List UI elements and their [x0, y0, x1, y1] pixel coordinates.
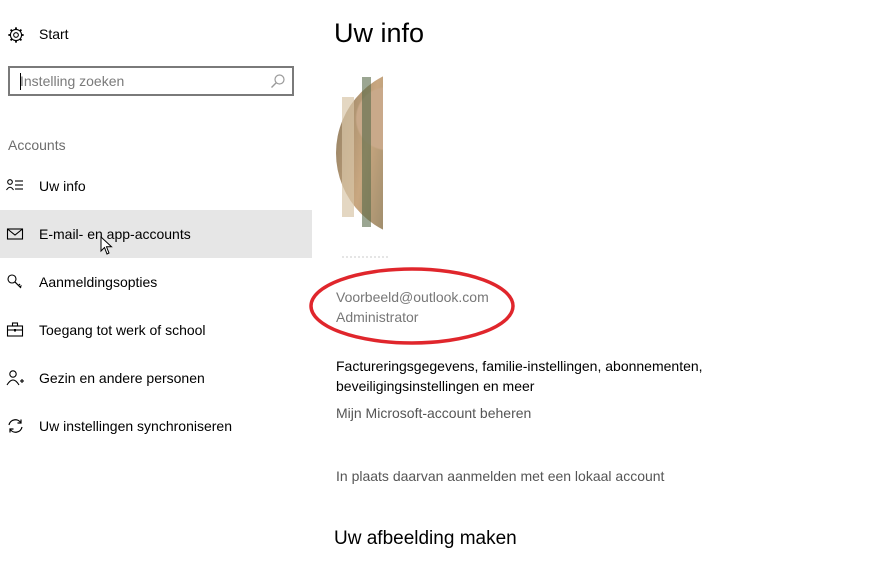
sync-icon [8, 419, 23, 433]
annotation-ellipse [309, 267, 515, 345]
mouse-pointer-icon [100, 236, 113, 255]
local-account-signin-link[interactable]: In plaats daarvan aanmelden met een loka… [336, 468, 664, 484]
sidebar-item-label: Uw instellingen synchroniseren [39, 418, 232, 434]
sidebar-item-aanmeldingsopties[interactable]: Aanmeldingsopties [0, 258, 312, 306]
sidebar-item-label: E-mail- en app-accounts [39, 226, 191, 242]
sidebar-item-uw-info[interactable]: Uw info [0, 162, 312, 210]
sidebar-item-sync[interactable]: Uw instellingen synchroniseren [0, 402, 312, 450]
account-role: Administrator [336, 309, 419, 325]
person-add-icon [6, 370, 24, 386]
sidebar-item-label: Aanmeldingsopties [39, 274, 158, 290]
sidebar: Start Accounts Uw info E-mail- en app-ac… [0, 0, 312, 573]
search-input[interactable] [20, 72, 264, 90]
manage-microsoft-account-link[interactable]: Mijn Microsoft-account beheren [336, 405, 531, 421]
avatar [336, 67, 383, 239]
start-nav-item[interactable]: Start [0, 18, 312, 52]
sidebar-item-gezin[interactable]: Gezin en andere personen [0, 354, 312, 402]
person-card-icon [6, 179, 23, 191]
accounts-group-title: Accounts [8, 137, 66, 153]
obscured-username [342, 256, 388, 258]
sidebar-item-werk-of-school[interactable]: Toegang tot werk of school [0, 306, 312, 354]
search-icon[interactable] [270, 73, 286, 89]
start-label: Start [39, 26, 69, 42]
create-picture-heading: Uw afbeelding maken [334, 528, 517, 549]
sidebar-item-email-app-accounts[interactable]: E-mail- en app-accounts [0, 210, 312, 258]
sidebar-item-label: Toegang tot werk of school [39, 322, 206, 338]
page-title: Uw info [334, 18, 425, 48]
account-description: Factureringsgegevens, familie-instelling… [336, 358, 703, 394]
account-email: Voorbeeld@outlook.com [336, 289, 489, 305]
gear-icon [8, 27, 24, 43]
sidebar-item-label: Gezin en andere personen [39, 370, 205, 386]
key-icon [7, 274, 22, 289]
mail-icon [6, 228, 24, 240]
briefcase-icon [6, 322, 24, 337]
search-box[interactable] [8, 66, 294, 96]
sidebar-item-label: Uw info [39, 178, 86, 194]
